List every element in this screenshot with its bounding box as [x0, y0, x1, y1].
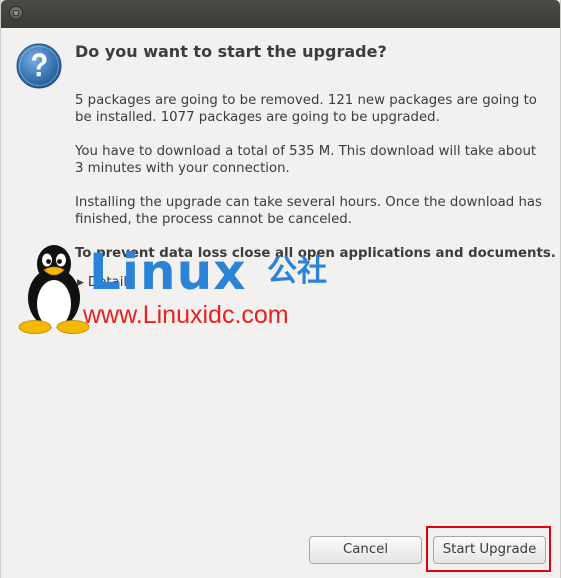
- upgrade-dialog-window: Do you want to start the upgrade? 5 pack…: [0, 0, 561, 578]
- highlight-annotation-box: [426, 526, 551, 572]
- close-icon[interactable]: [9, 6, 23, 20]
- dialog-heading: Do you want to start the upgrade?: [75, 42, 387, 61]
- tux-penguin-icon: [18, 245, 90, 334]
- titlebar[interactable]: [1, 0, 560, 28]
- question-icon: [16, 43, 62, 89]
- cancel-button[interactable]: Cancel: [309, 536, 422, 564]
- removal-summary-text: 5 packages are going to be removed. 121 …: [75, 93, 537, 125]
- watermark-brand-cn: 公社: [267, 254, 327, 289]
- watermark-brand: Linux: [89, 243, 247, 301]
- duration-warning-text: Installing the upgrade can take several …: [75, 195, 542, 227]
- watermark-url: www.Linuxidc.com: [83, 301, 289, 329]
- download-summary-text: You have to download a total of 535 M. T…: [75, 144, 537, 176]
- watermark: Linux 公社 www.Linuxidc.com: [15, 242, 345, 334]
